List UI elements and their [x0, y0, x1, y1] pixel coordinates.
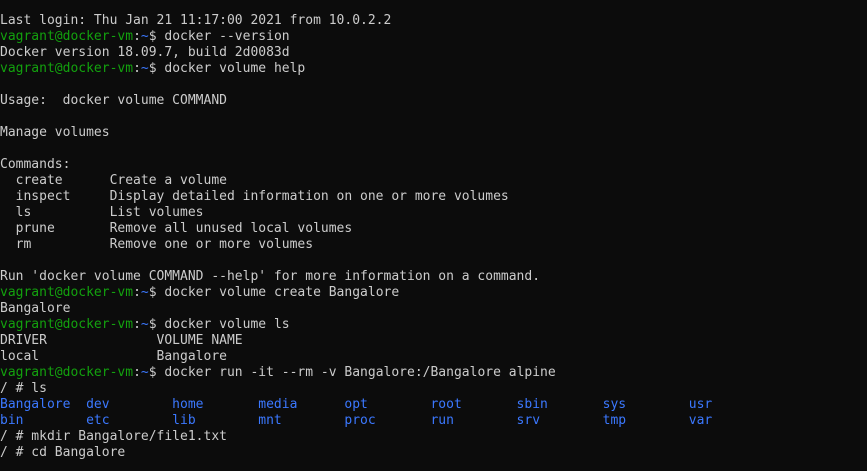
terminal-line: / # cd Bangalore	[0, 445, 867, 461]
terminal-line: DRIVER VOLUME NAME	[0, 333, 867, 349]
prompt-path: ~	[140, 29, 149, 44]
terminal-text: $ docker volume ls	[148, 317, 290, 332]
terminal-text: Run 'docker volume COMMAND --help' for m…	[0, 269, 541, 284]
prompt-separator: :	[133, 317, 141, 332]
terminal-line: Bangalore dev home media opt root sbin s…	[0, 397, 867, 413]
terminal-text: Manage volumes	[0, 125, 110, 140]
terminal-text: rm Remove one or more volumes	[0, 237, 314, 252]
terminal-line: Commands:	[0, 157, 867, 173]
terminal-text: Commands:	[0, 157, 71, 172]
terminal-output[interactable]: Last login: Thu Jan 21 11:17:00 2021 fro…	[0, 13, 867, 461]
terminal-text: create Create a volume	[0, 173, 227, 188]
prompt-path: ~	[140, 285, 149, 300]
terminal-text: $ docker --version	[148, 29, 290, 44]
terminal-text: / # cd Bangalore	[0, 445, 126, 460]
terminal-line: / # ls	[0, 381, 867, 397]
terminal-text: Bangalore	[0, 301, 71, 316]
terminal-text: DRIVER VOLUME NAME	[0, 333, 243, 348]
prompt-path: ~	[140, 61, 149, 76]
terminal-line: / # mkdir Bangalore/file1.txt	[0, 429, 867, 445]
terminal-text: inspect Display detailed information on …	[0, 189, 509, 204]
terminal-text: local Bangalore	[0, 349, 227, 364]
terminal-line: vagrant@docker-vm:~$ docker --version	[0, 29, 867, 45]
terminal-text: Usage: docker volume COMMAND	[0, 93, 227, 108]
prompt-user-host: vagrant@docker-vm	[0, 285, 134, 300]
terminal-text: prune Remove all unused local volumes	[0, 221, 353, 236]
terminal-line: bin etc lib mnt proc run srv tmp var	[0, 413, 867, 429]
directory-listing: bin etc lib mnt proc run srv tmp var	[0, 413, 713, 428]
terminal-line: inspect Display detailed information on …	[0, 189, 867, 205]
terminal-line: Last login: Thu Jan 21 11:17:00 2021 fro…	[0, 13, 867, 29]
terminal-line: vagrant@docker-vm:~$ docker run -it --rm…	[0, 365, 867, 381]
prompt-separator: :	[133, 365, 141, 380]
terminal-line: local Bangalore	[0, 349, 867, 365]
terminal-line: Manage volumes	[0, 125, 867, 141]
prompt-path: ~	[140, 317, 149, 332]
terminal-text: / # ls	[0, 381, 47, 396]
terminal-text: ls List volumes	[0, 205, 204, 220]
terminal-line: create Create a volume	[0, 173, 867, 189]
prompt-user-host: vagrant@docker-vm	[0, 29, 134, 44]
terminal-text: Last login: Thu Jan 21 11:17:00 2021 fro…	[0, 13, 392, 28]
terminal-line: prune Remove all unused local volumes	[0, 221, 867, 237]
prompt-path: ~	[140, 365, 149, 380]
prompt-user-host: vagrant@docker-vm	[0, 365, 134, 380]
prompt-separator: :	[133, 61, 141, 76]
terminal-line: Docker version 18.09.7, build 2d0083d	[0, 45, 867, 61]
terminal-text: $ docker run -it --rm -v Bangalore:/Bang…	[148, 365, 556, 380]
terminal-line: vagrant@docker-vm:~$ docker volume ls	[0, 317, 867, 333]
terminal-line: vagrant@docker-vm:~$ docker volume creat…	[0, 285, 867, 301]
prompt-user-host: vagrant@docker-vm	[0, 61, 134, 76]
terminal-text: / # mkdir Bangalore/file1.txt	[0, 429, 227, 444]
terminal-line: Bangalore	[0, 301, 867, 317]
prompt-separator: :	[133, 29, 141, 44]
prompt-user-host: vagrant@docker-vm	[0, 317, 134, 332]
terminal-line: Run 'docker volume COMMAND --help' for m…	[0, 269, 867, 285]
terminal-text: Docker version 18.09.7, build 2d0083d	[0, 45, 290, 60]
prompt-separator: :	[133, 285, 141, 300]
directory-listing: Bangalore dev home media opt root sbin s…	[0, 397, 713, 412]
terminal-line: vagrant@docker-vm:~$ docker volume help	[0, 61, 867, 77]
terminal-line: rm Remove one or more volumes	[0, 237, 867, 253]
terminal-line: Usage: docker volume COMMAND	[0, 93, 867, 109]
terminal-text: $ docker volume help	[148, 61, 306, 76]
terminal-line: ls List volumes	[0, 205, 867, 221]
terminal-text: $ docker volume create Bangalore	[148, 285, 400, 300]
